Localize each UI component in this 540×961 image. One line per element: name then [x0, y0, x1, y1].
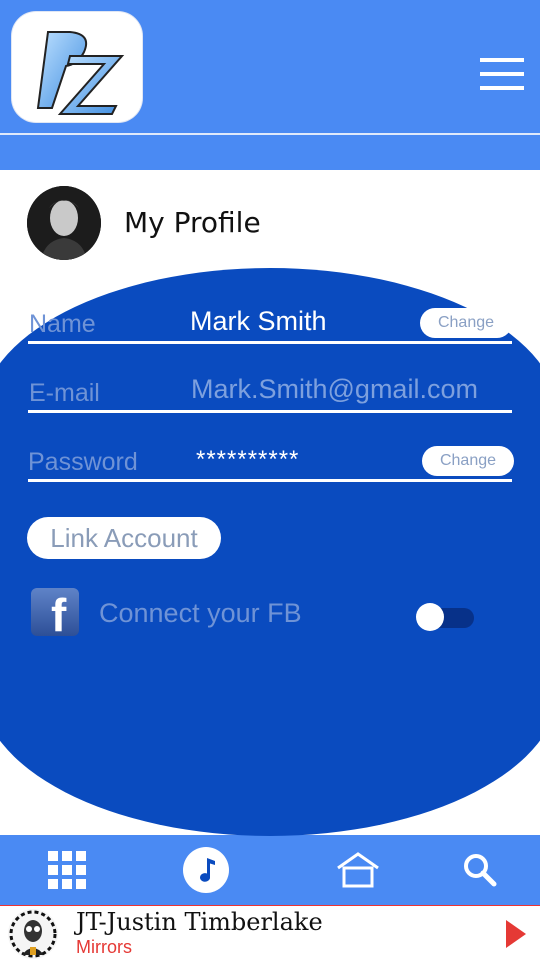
home-icon — [337, 852, 379, 888]
nav-apps-button[interactable] — [48, 851, 88, 889]
change-password-button[interactable]: Change — [422, 446, 514, 476]
album-art — [8, 909, 58, 959]
nav-search-button[interactable] — [463, 853, 497, 887]
email-value[interactable]: Mark.Smith@gmail.com — [191, 374, 478, 405]
header-divider — [0, 133, 540, 135]
password-value[interactable]: ********** — [196, 446, 299, 474]
now-playing-artist: JT-Justin Timberlake — [76, 908, 323, 936]
user-photo-icon — [27, 186, 101, 260]
name-underline — [28, 341, 512, 344]
menu-bar-icon — [480, 72, 524, 76]
music-note-icon — [183, 847, 229, 893]
change-name-button[interactable]: Change — [420, 308, 512, 338]
connect-fb-label: Connect your FB — [99, 598, 302, 628]
nav-home-button[interactable] — [336, 852, 380, 888]
app-logo[interactable] — [12, 12, 142, 122]
avatar[interactable] — [27, 186, 101, 260]
menu-bar-icon — [480, 58, 524, 62]
bz-logo-icon — [36, 31, 125, 115]
play-icon[interactable] — [506, 920, 526, 948]
menu-bar-icon — [480, 86, 524, 90]
search-icon — [464, 854, 497, 887]
nav-music-button[interactable] — [183, 847, 229, 893]
email-label: E-mail — [29, 379, 100, 407]
password-underline — [28, 479, 512, 482]
artist-photo-icon — [8, 909, 58, 959]
now-playing-song: Mirrors — [76, 937, 132, 957]
password-label: Password — [28, 448, 138, 476]
hamburger-menu-button[interactable] — [478, 56, 526, 92]
grid-icon — [48, 851, 86, 889]
facebook-icon: f — [31, 588, 79, 636]
link-account-button[interactable]: Link Account — [27, 517, 221, 559]
toggle-knob — [416, 603, 444, 631]
email-underline — [28, 410, 512, 413]
app-header — [0, 0, 540, 170]
profile-header: My Profile — [0, 170, 540, 270]
mini-player[interactable]: JT-Justin Timberlake Mirrors — [0, 905, 540, 961]
name-label: Name — [29, 310, 96, 338]
page-title: My Profile — [124, 206, 261, 239]
name-value[interactable]: Mark Smith — [190, 306, 327, 337]
connect-fb-toggle[interactable] — [416, 603, 474, 631]
